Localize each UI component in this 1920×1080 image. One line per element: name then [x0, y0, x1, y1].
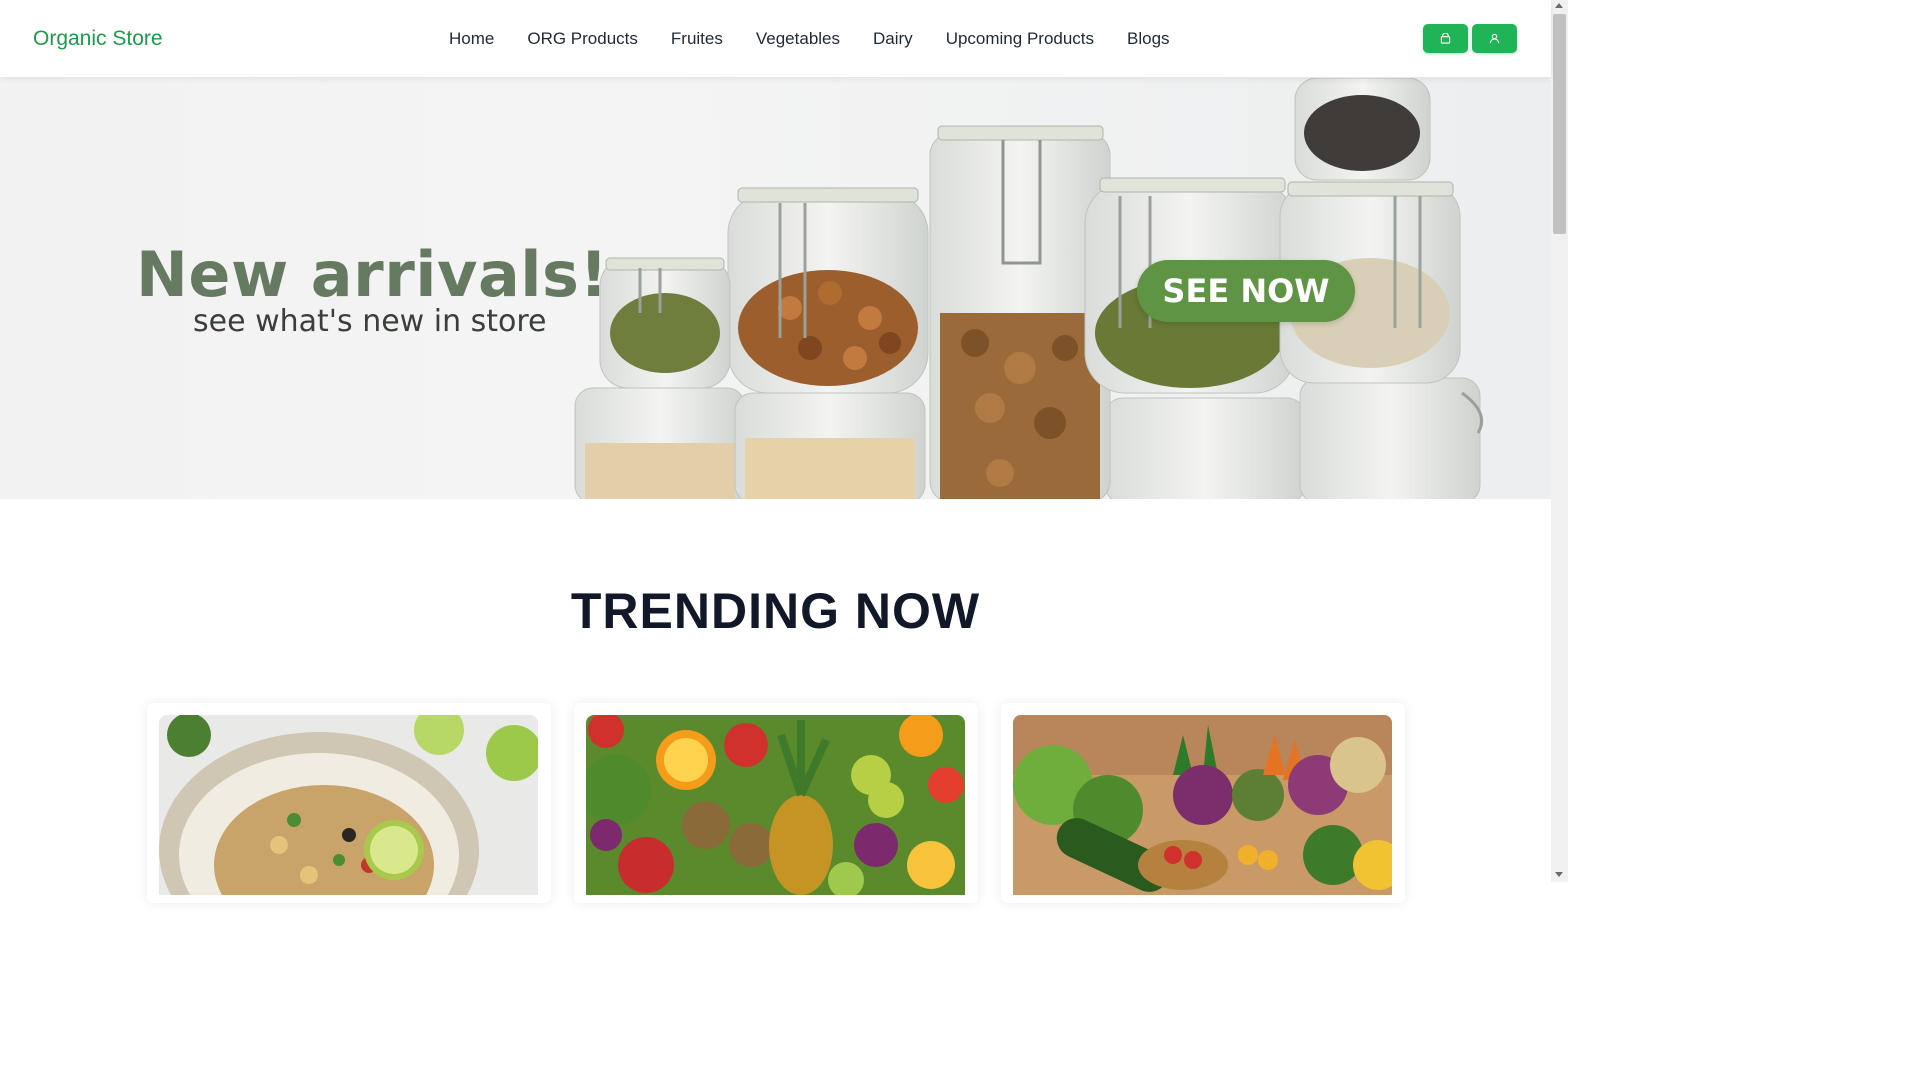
main-nav: Home ORG Products Fruites Vegetables Dai… [449, 29, 1170, 49]
nav-link-dairy[interactable]: Dairy [873, 29, 913, 49]
vegetables-image [1013, 715, 1392, 895]
scroll-up-arrow-icon[interactable] [1555, 3, 1563, 8]
cart-button[interactable] [1423, 24, 1468, 53]
page-scrollbar[interactable] [1551, 0, 1568, 882]
user-icon [1489, 33, 1500, 44]
quinoa-salad-image [159, 715, 538, 895]
trending-title: TRENDING NOW [570, 583, 981, 639]
see-now-button[interactable]: SEE NOW [1137, 260, 1355, 322]
hero-subtitle: see what's new in store [193, 304, 547, 339]
nav-actions [1423, 24, 1517, 53]
nav-link-org-products[interactable]: ORG Products [527, 29, 638, 49]
nav-link-blogs[interactable]: Blogs [1127, 29, 1170, 49]
scroll-down-arrow-icon[interactable] [1555, 872, 1563, 877]
navbar: Organic Store Home ORG Products Fruites … [0, 0, 1551, 78]
nav-link-fruites[interactable]: Fruites [671, 29, 723, 49]
hero-banner: New arrivals! see what's new in store SE… [0, 78, 1551, 499]
nav-link-home[interactable]: Home [449, 29, 494, 49]
brand-logo[interactable]: Organic Store [33, 27, 163, 51]
nav-link-upcoming-products[interactable]: Upcoming Products [946, 29, 1094, 49]
trending-card-3[interactable] [1001, 703, 1405, 903]
fruits-image [586, 715, 965, 895]
trending-card-2[interactable] [574, 703, 978, 903]
trending-card-1[interactable] [147, 703, 551, 903]
nav-link-vegetables[interactable]: Vegetables [756, 29, 840, 49]
scrollbar-thumb[interactable] [1553, 14, 1566, 234]
account-button[interactable] [1472, 24, 1517, 53]
shopping-bag-icon [1440, 33, 1451, 44]
hero-title: New arrivals! [136, 238, 609, 311]
